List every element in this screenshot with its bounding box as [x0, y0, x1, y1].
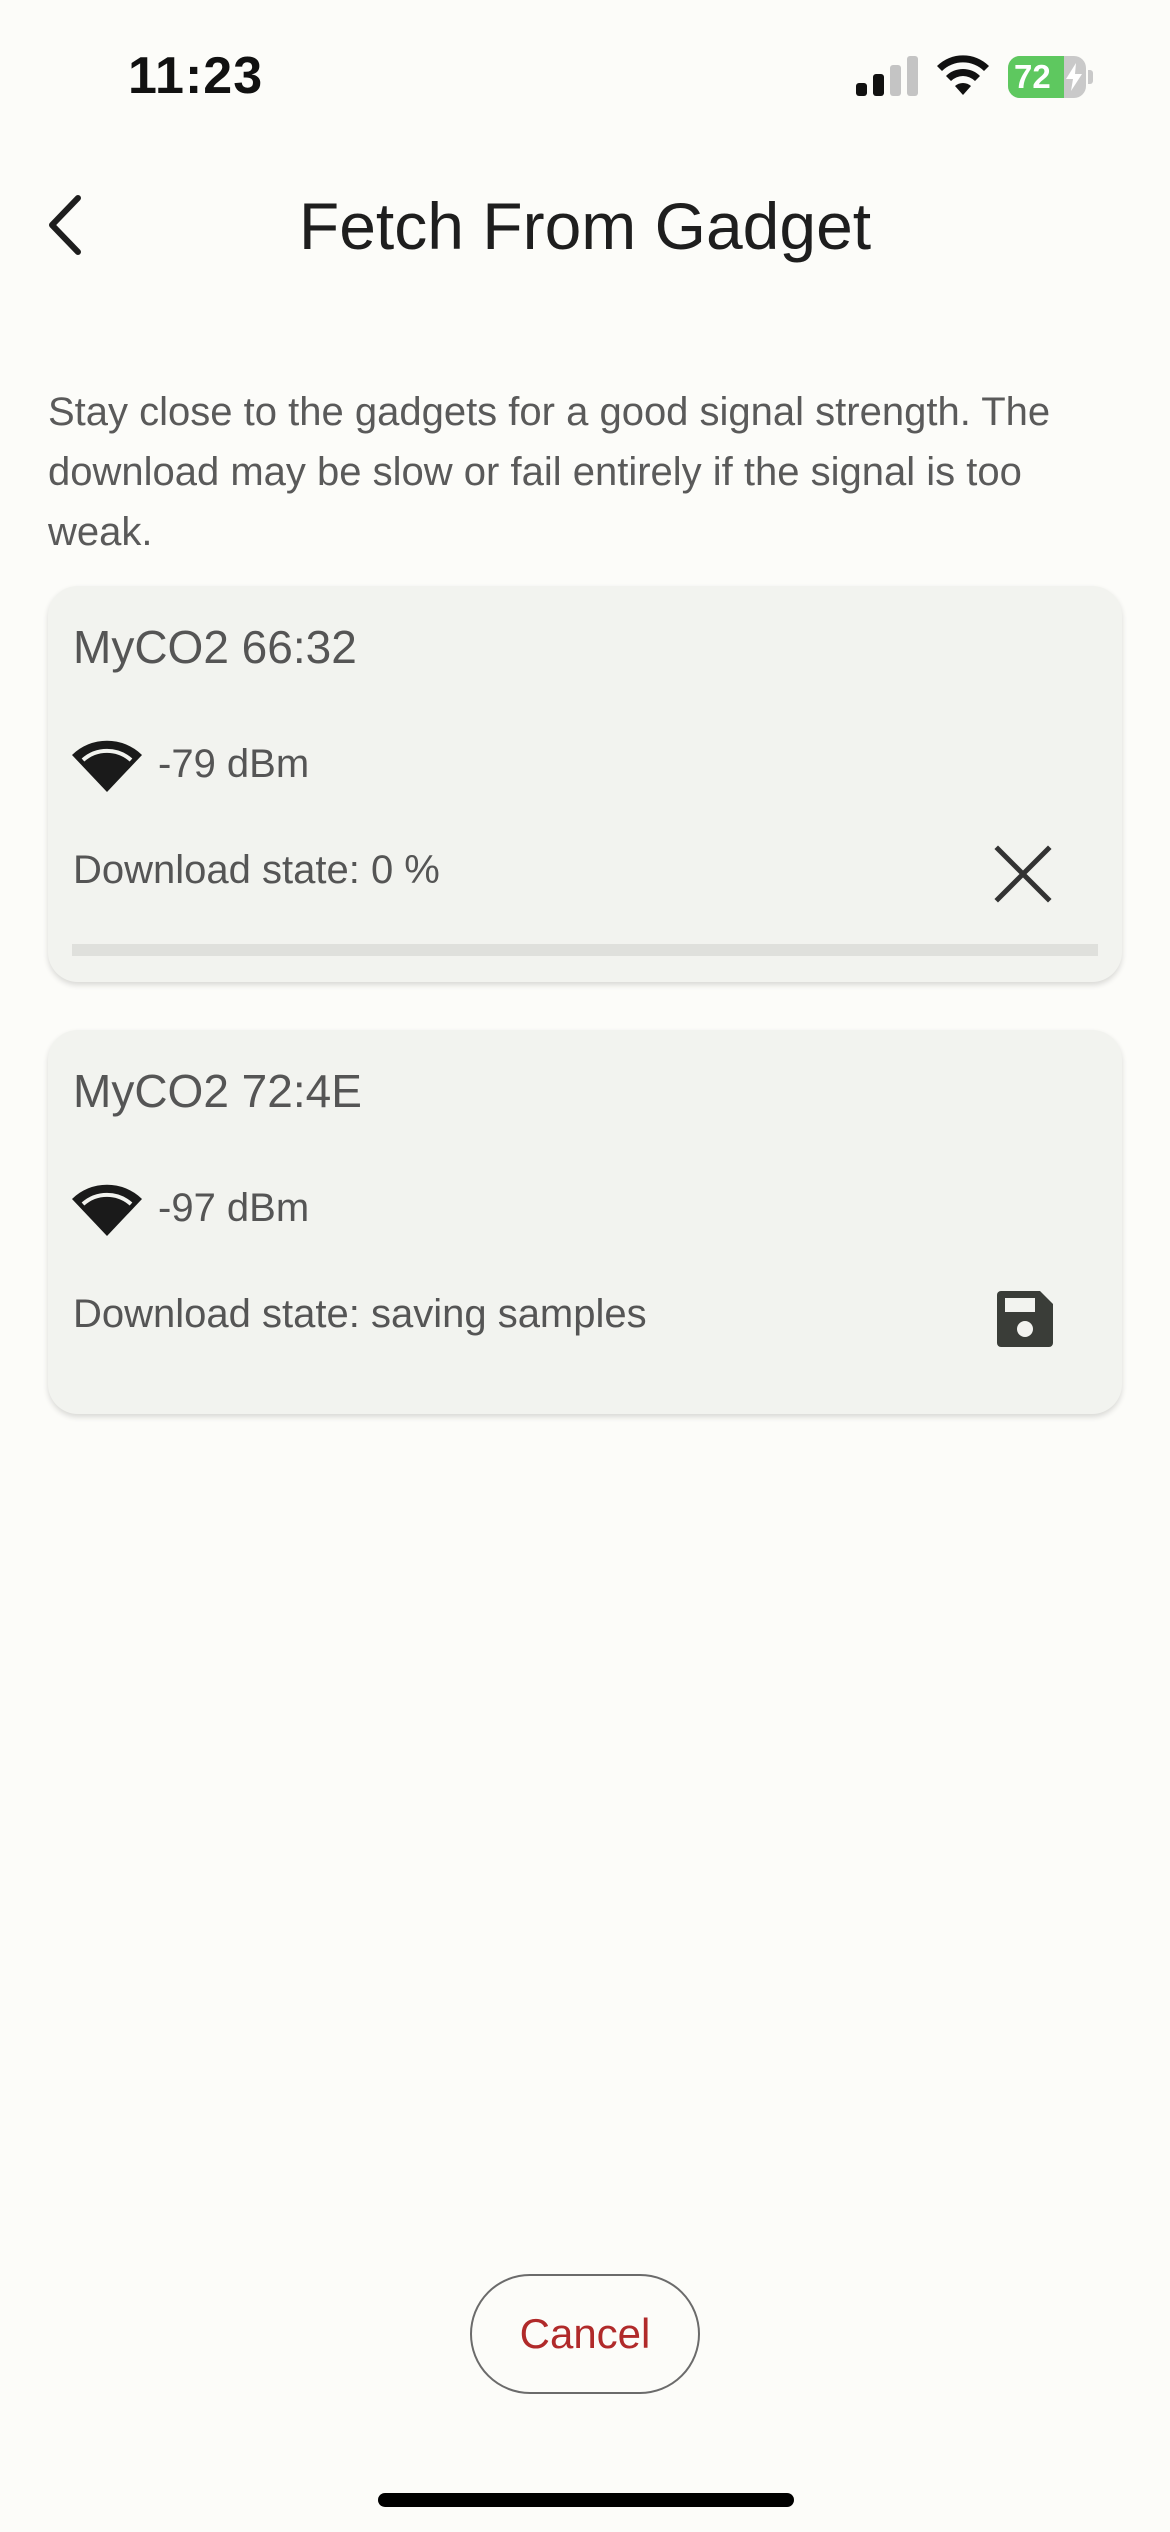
- close-icon[interactable]: [993, 844, 1053, 904]
- battery-indicator: 72: [1008, 56, 1093, 98]
- page-title: Fetch From Gadget: [298, 189, 872, 263]
- download-progress-bar: [72, 944, 1098, 956]
- battery-cap: [1088, 70, 1093, 84]
- screen: 11:23 72 Fetch From Gadget Stay close to…: [0, 0, 1170, 2532]
- download-state: Download state: saving samples: [73, 1292, 647, 1336]
- cellular-signal-icon: [856, 56, 918, 96]
- wifi-icon: [937, 55, 989, 95]
- gadget-card: MyCO2 72:4E -97 dBm Download state: savi…: [48, 1030, 1122, 1414]
- signal-strength-value: -97 dBm: [158, 1186, 310, 1230]
- battery-body: 72: [1008, 56, 1086, 98]
- gadget-name: MyCO2 66:32: [73, 621, 357, 673]
- signal-strength-value: -79 dBm: [158, 742, 310, 786]
- signal-strength-icon: [72, 1184, 142, 1236]
- download-state: Download state: 0 %: [73, 848, 440, 892]
- signal-strength-icon: [72, 740, 142, 792]
- bolt-icon: [1066, 63, 1082, 91]
- cancel-button[interactable]: Cancel: [470, 2274, 700, 2394]
- home-indicator[interactable]: [378, 2493, 794, 2507]
- status-time: 11:23: [128, 47, 264, 105]
- intro-text: Stay close to the gadgets for a good sig…: [48, 390, 1051, 554]
- save-icon[interactable]: [996, 1290, 1054, 1348]
- gadget-card: MyCO2 66:32 -79 dBm Download state: 0 %: [48, 586, 1122, 982]
- gadget-name: MyCO2 72:4E: [73, 1065, 362, 1117]
